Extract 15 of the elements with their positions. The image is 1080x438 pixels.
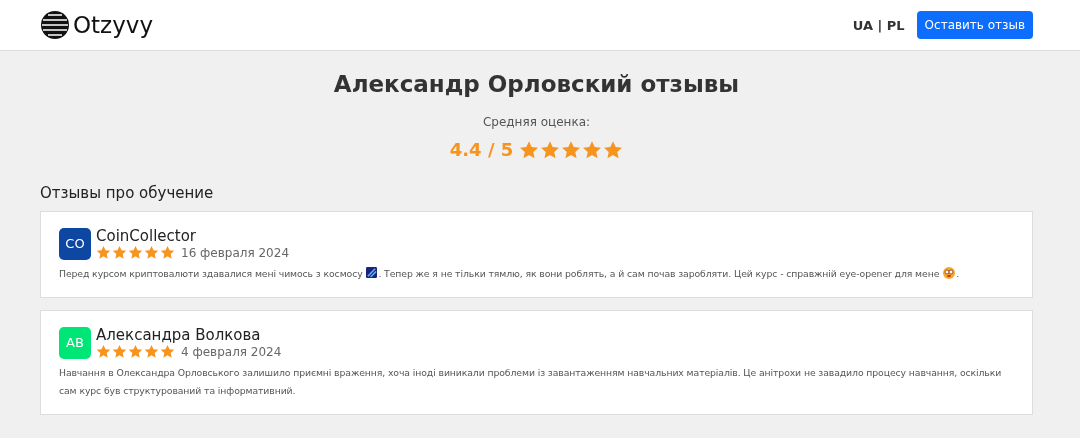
rating-score: 4.4 / 5 — [449, 139, 514, 160]
reviewer-name: CoinCollector — [96, 227, 197, 245]
review-date: 4 февраля 2024 — [181, 344, 282, 359]
rating-label: Средняя оценка: — [481, 115, 592, 129]
reviewer-name: Александра Волкова — [96, 326, 262, 344]
review-text: Перед курсом криптовалюти здавалися мені чимось з космосу . Тепер же я не тільки тямлю, як вони роблять, а й сам почав заробляти. Цей курс - справжній eye-opener для мене . — [59, 266, 960, 281]
leave-review-button[interactable]: Оставить отзыв — [916, 11, 1033, 39]
review-text: Навчання в Олександра Орловського залишило приємні враження, хоча іноді виникали проблеми із завантаженням навчальних матеріалів. Це анітрохи не завадило процесу навчання, оскільки сам курс був структурований та інформативний. — [59, 366, 1003, 398]
language-switcher[interactable]: UA | PL — [852, 17, 905, 33]
review-date: 16 февраля 2024 — [181, 245, 289, 260]
avatar: AB — [59, 326, 91, 359]
avatar: CO — [59, 227, 91, 260]
logo-text[interactable]: Otzyvy — [73, 12, 154, 38]
page-title: Александр Орловский отзывы — [332, 71, 741, 97]
section-title: Отзывы про обучение — [40, 184, 215, 202]
